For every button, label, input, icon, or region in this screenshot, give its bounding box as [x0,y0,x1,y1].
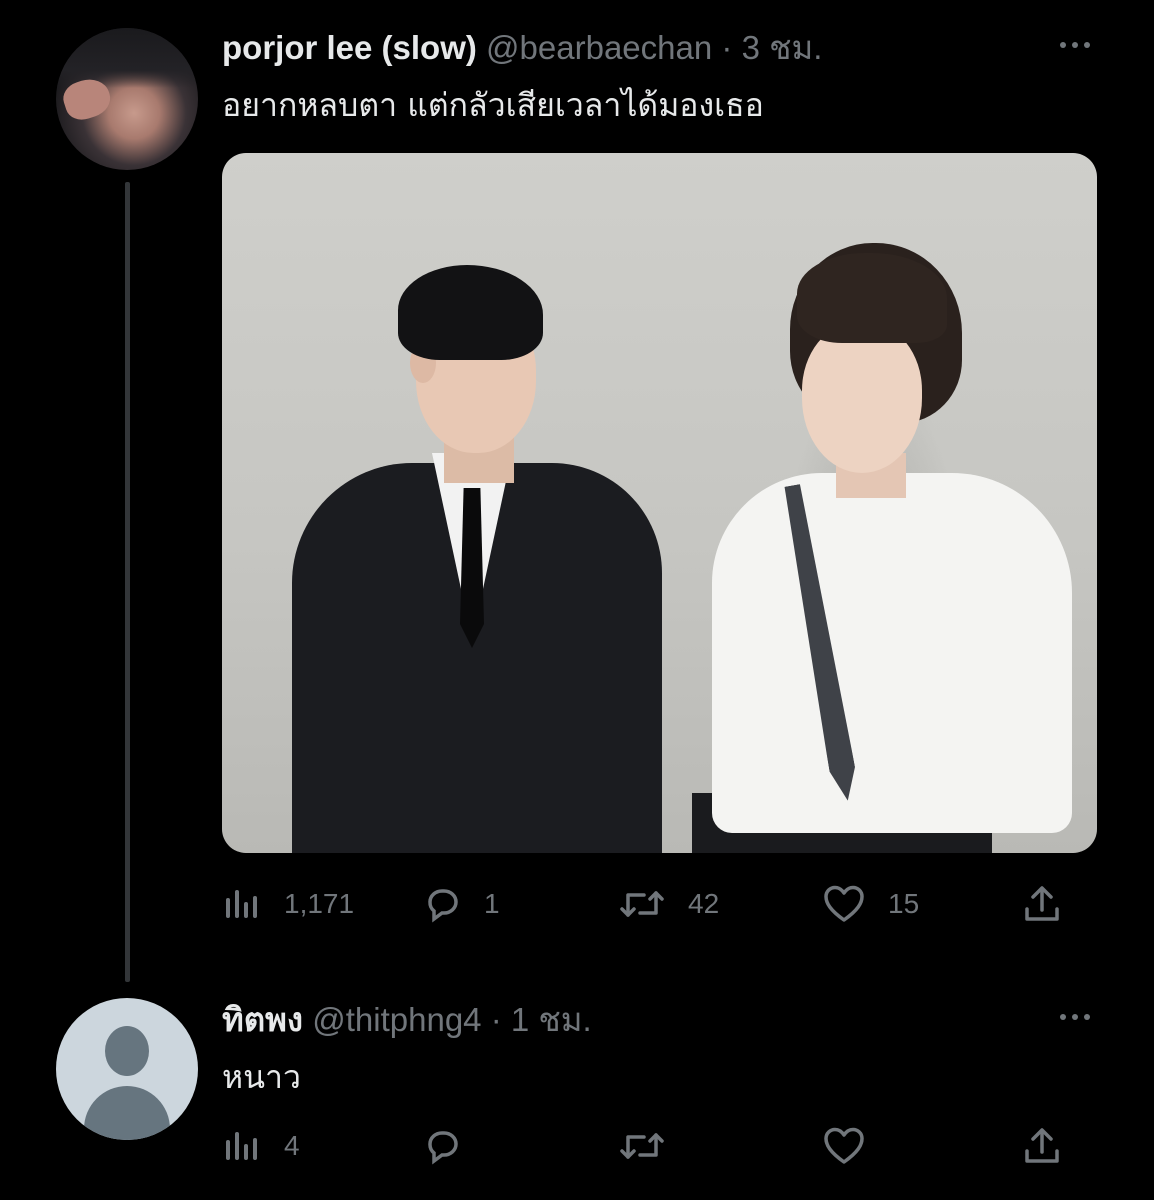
share-button[interactable] [1022,874,1062,934]
reply-count: 1 [484,888,500,919]
person-left-hair [398,265,543,360]
like-button[interactable] [822,1116,888,1176]
handle[interactable]: @bearbaechan [486,29,712,66]
timestamp[interactable]: 1 ชม. [511,1001,592,1038]
views-button[interactable]: 4 [222,1116,300,1176]
separator: · [721,29,733,66]
retweet-icon [620,891,664,917]
share-icon [1025,886,1059,921]
avatar-hood [56,28,198,88]
display-name[interactable]: porjor lee (slow) [222,29,477,66]
retweet-button[interactable] [618,1116,688,1176]
person-right-shirt [712,473,1072,833]
like-button[interactable]: 15 [822,874,919,934]
retweet-count: 42 [688,888,720,919]
reply-header: ทิตพง @thitphng4 · 1 ชม. [222,1000,592,1040]
retweet-button[interactable]: 42 [618,874,719,934]
reply-actions: 4 [222,1116,1062,1176]
views-count: 1,171 [284,888,355,919]
views-icon [226,1132,257,1160]
avatar[interactable] [56,28,198,170]
views-button[interactable]: 1,171 [222,874,354,934]
views-count: 4 [284,1130,300,1161]
more-icon[interactable] [1060,1014,1090,1020]
like-icon [824,1127,864,1164]
reply-text: หนาว [222,1058,301,1096]
reply-button[interactable] [422,1116,484,1176]
views-icon [226,890,257,918]
default-avatar-head [105,1026,149,1076]
thread-line [125,182,130,982]
like-icon [824,885,864,922]
retweet-icon [620,1133,664,1159]
reply-icon [428,889,458,923]
more-icon[interactable] [1060,42,1090,48]
share-button[interactable] [1022,1116,1062,1176]
person-right-face [802,323,922,473]
default-avatar-body [84,1086,170,1140]
display-name[interactable]: ทิตพง [222,1001,303,1038]
like-count: 15 [888,888,920,919]
tweet-header: porjor lee (slow) @bearbaechan · 3 ชม. [222,28,822,68]
handle[interactable]: @thitphng4 [312,1001,481,1038]
reply-icon [428,1131,458,1165]
share-icon [1025,1128,1059,1163]
tweet-text: อยากหลบตา แต่กลัวเสียเวลาได้มองเธอ [222,86,764,124]
avatar[interactable] [56,998,198,1140]
tweet-media-image[interactable] [222,153,1097,853]
reply-button[interactable]: 1 [422,874,500,934]
person-left-tie [460,488,484,648]
person-right-bangs [797,253,947,343]
tweet-actions: 1,171 1 42 15 [222,874,1062,934]
separator: · [490,1001,502,1038]
timestamp[interactable]: 3 ชม. [742,29,823,66]
